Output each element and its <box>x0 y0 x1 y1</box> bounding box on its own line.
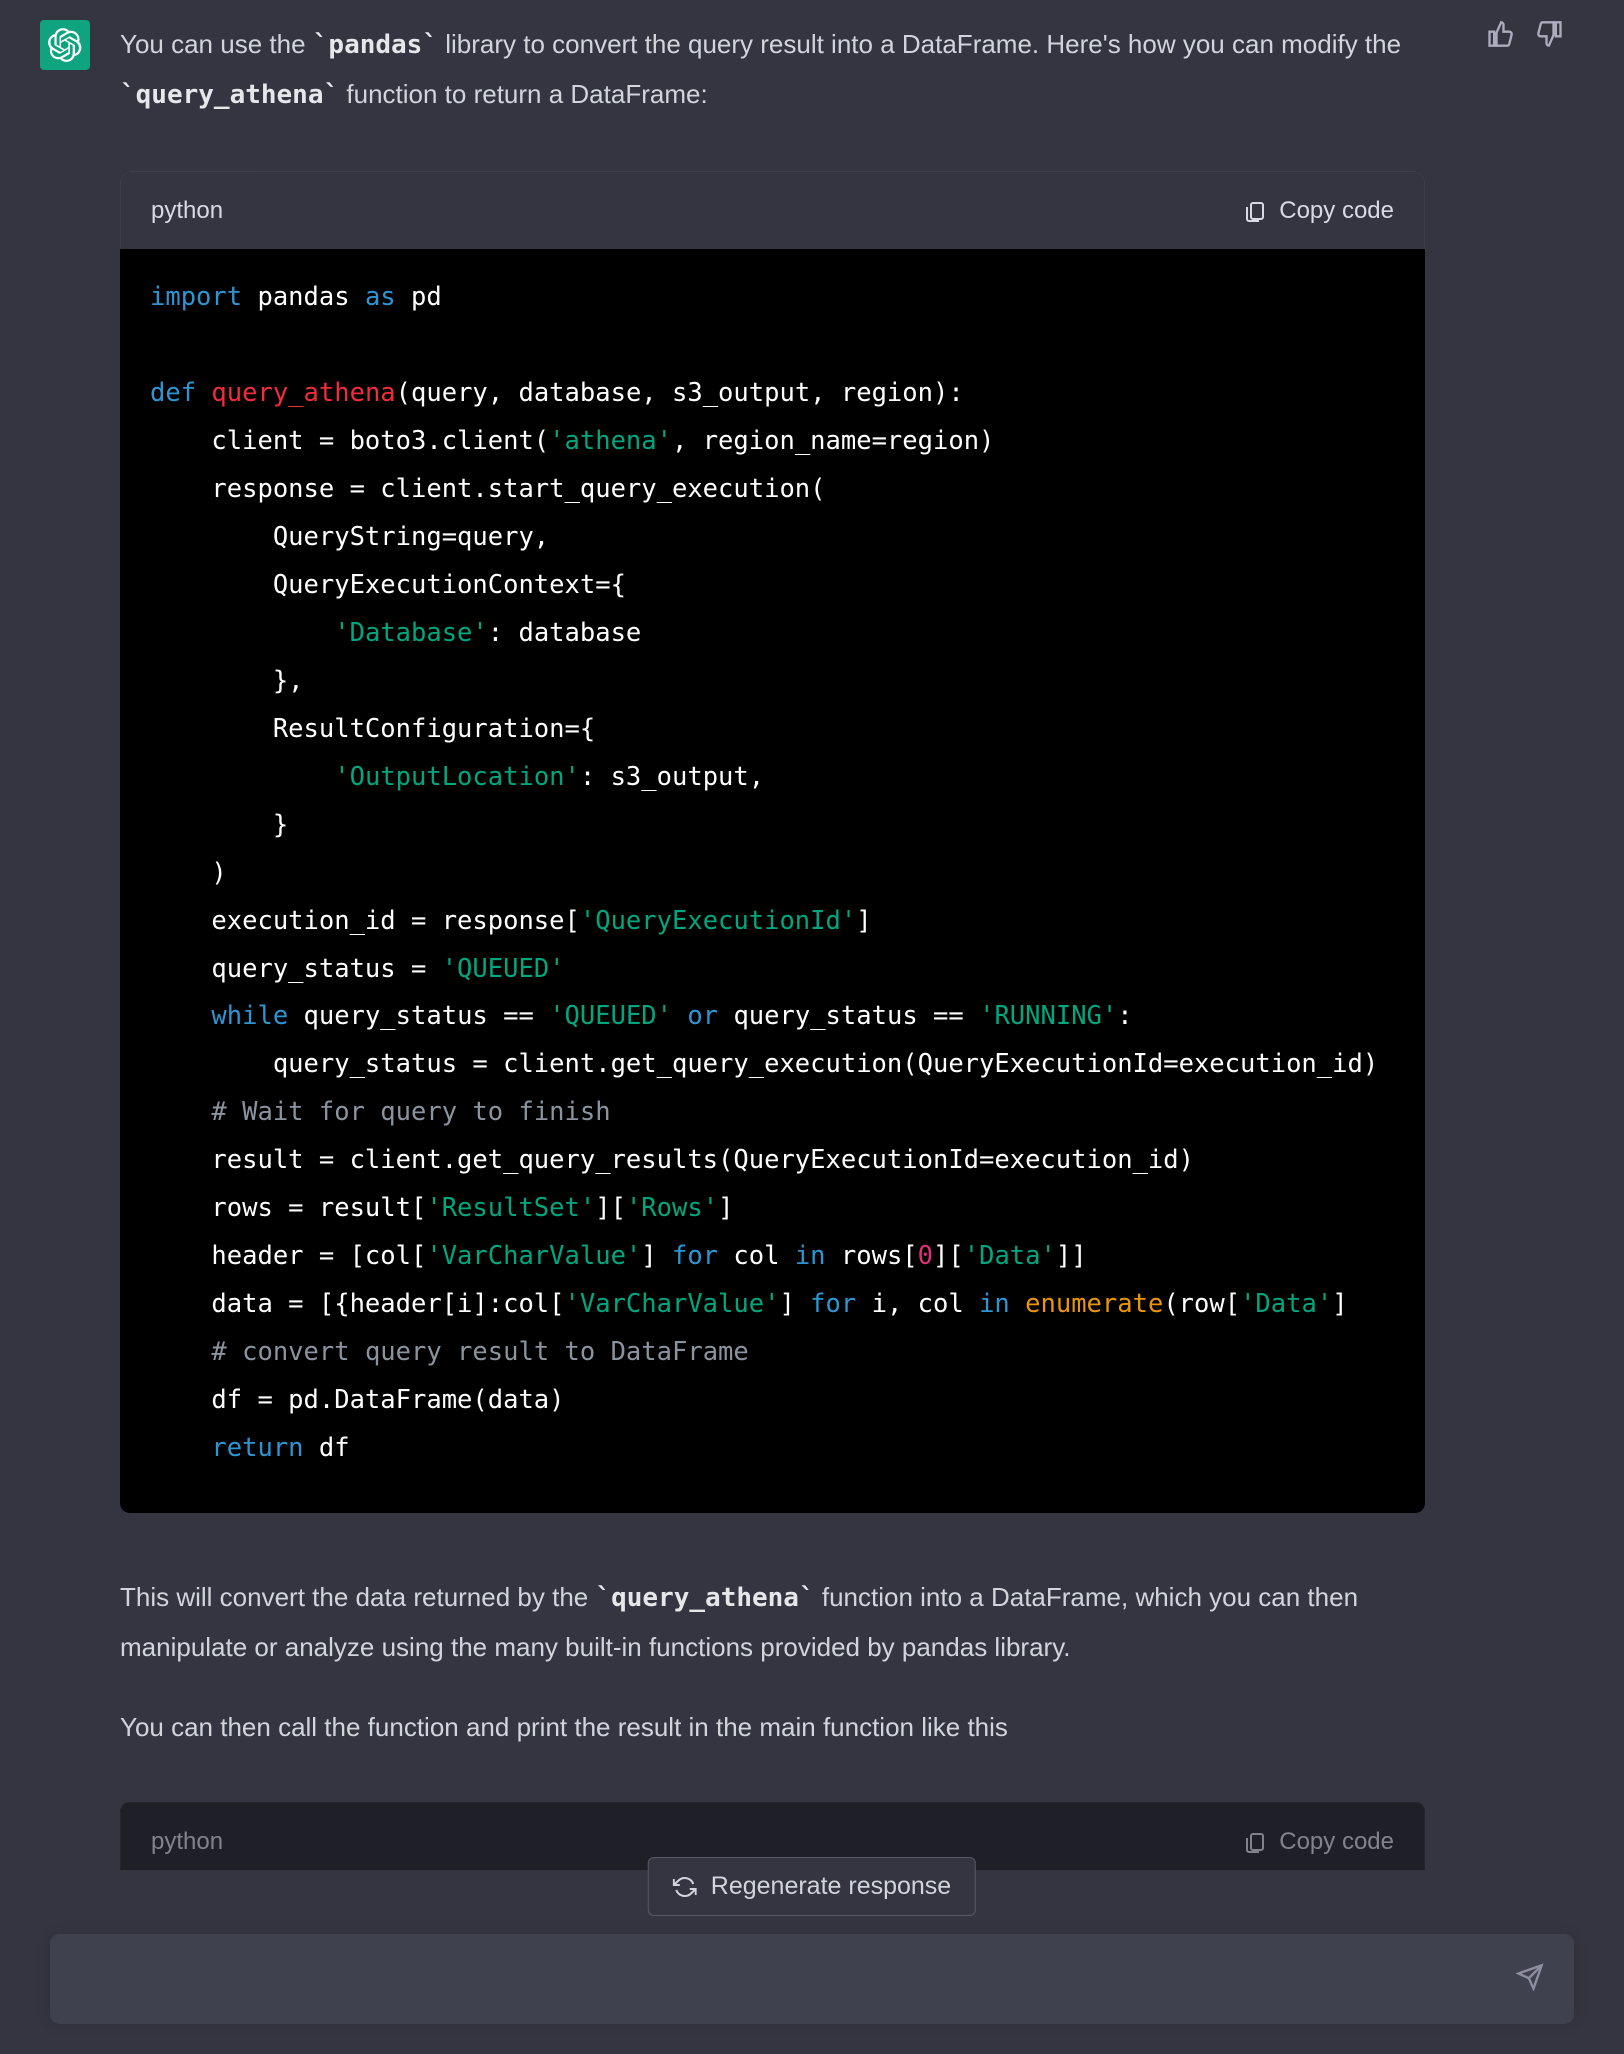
text: function to return a DataFrame: <box>339 79 708 109</box>
code-block-1: python Copy code import pandas as pd def… <box>120 171 1425 1513</box>
regenerate-label: Regenerate response <box>711 1872 951 1901</box>
inline-code-pandas: `pandas` <box>313 30 438 60</box>
clipboard-icon <box>1243 1830 1267 1854</box>
assistant-message: You can use the `pandas` library to conv… <box>0 0 1624 1870</box>
text: You can then call the function and print… <box>120 1712 1008 1742</box>
code-language-label: python <box>151 188 223 234</box>
send-icon <box>1516 1963 1544 1991</box>
input-bar-container <box>0 1934 1624 2054</box>
input-bar[interactable] <box>50 1934 1574 2024</box>
outro-paragraph: This will convert the data returned by t… <box>120 1573 1430 1673</box>
send-button[interactable] <box>1516 1963 1544 1996</box>
text: This will convert the data returned by t… <box>120 1582 595 1612</box>
inline-code-query-athena: `query_athena` <box>120 80 339 110</box>
copy-code-button[interactable]: Copy code <box>1243 188 1394 234</box>
assistant-avatar <box>40 20 90 70</box>
call-paragraph: You can then call the function and print… <box>120 1703 1430 1752</box>
regenerate-response-button[interactable]: Regenerate response <box>648 1857 976 1916</box>
inline-code-query-athena: `query_athena` <box>595 1583 814 1613</box>
message-input[interactable] <box>80 1965 1516 1993</box>
thumbs-down-icon[interactable] <box>1536 20 1564 48</box>
thumbs-up-icon[interactable] <box>1486 20 1514 48</box>
copy-code-label: Copy code <box>1279 188 1394 234</box>
copy-code-label: Copy code <box>1279 1819 1394 1865</box>
refresh-icon <box>673 1875 697 1899</box>
text: library to convert the query result into… <box>438 29 1401 59</box>
feedback-icons <box>1486 20 1564 48</box>
clipboard-icon <box>1243 199 1267 223</box>
copy-code-button[interactable]: Copy code <box>1243 1819 1394 1865</box>
openai-logo-icon <box>48 28 82 62</box>
code-header: python Copy code <box>120 171 1425 250</box>
code-language-label: python <box>151 1819 223 1865</box>
intro-paragraph: You can use the `pandas` library to conv… <box>120 20 1430 121</box>
text: You can use the <box>120 29 313 59</box>
code-content[interactable]: import pandas as pd def query_athena(que… <box>120 249 1425 1512</box>
